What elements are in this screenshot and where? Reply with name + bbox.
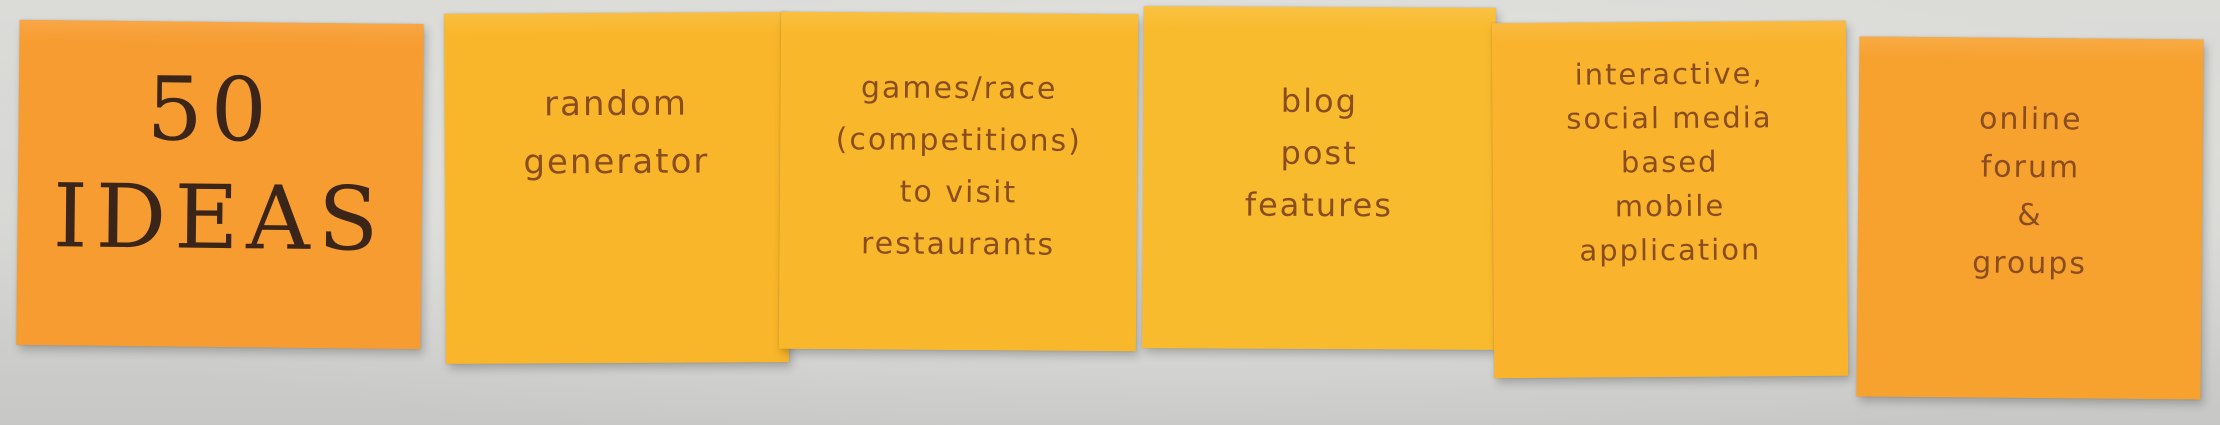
note-line: post	[1280, 133, 1358, 173]
note-text: online forum & groups	[1857, 95, 2203, 290]
note-line: 50	[146, 57, 276, 162]
sticky-note-games-race: games/race (competitions) to visit resta…	[778, 11, 1139, 352]
note-text: interactive, social media based mobile a…	[1492, 51, 1848, 273]
note-line: mobile	[1614, 188, 1726, 224]
note-text: games/race (competitions) to visit resta…	[779, 62, 1137, 272]
note-text: blog post features	[1143, 74, 1496, 232]
sticky-note-online-forum-groups: online forum & groups	[1856, 36, 2204, 400]
note-line: application	[1579, 232, 1762, 268]
note-line: online	[1978, 101, 2083, 138]
note-line: forum	[1980, 149, 2081, 186]
note-line: IDEAS	[52, 164, 387, 271]
note-line: features	[1244, 185, 1394, 225]
note-line: based	[1620, 144, 1719, 180]
sticky-note-mobile-application: interactive, social media based mobile a…	[1491, 20, 1849, 379]
sticky-note-50-ideas: 50 IDEAS	[16, 19, 424, 350]
note-line: blog	[1280, 81, 1359, 121]
note-line: random	[544, 83, 689, 125]
sticky-note-blog-post-features: blog post features	[1142, 6, 1496, 350]
note-title: 50 IDEAS	[17, 54, 423, 274]
note-text: random generator	[444, 74, 788, 192]
note-line: generator	[523, 141, 710, 183]
note-line: social media	[1566, 100, 1773, 136]
note-line: (competitions)	[835, 122, 1082, 159]
note-line: interactive,	[1574, 56, 1764, 92]
note-line: to visit	[899, 174, 1018, 211]
note-line: groups	[1972, 245, 2088, 282]
sticky-note-random-generator: random generator	[444, 12, 789, 364]
note-line: restaurants	[860, 226, 1056, 263]
note-line: &	[2017, 197, 2043, 234]
note-line: games/race	[860, 70, 1058, 107]
